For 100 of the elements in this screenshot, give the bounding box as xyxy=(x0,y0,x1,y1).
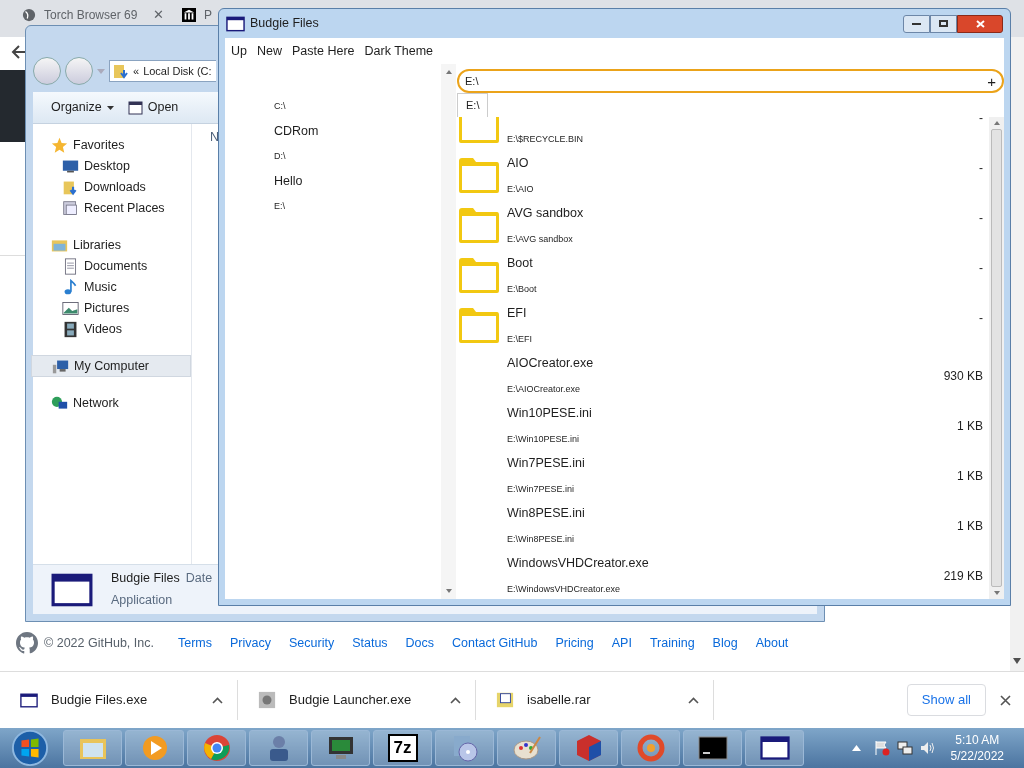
file-row[interactable]: WindowsVHDCreator.exe E:\WindowsVHDCreator.exe 219 KB xyxy=(457,550,989,599)
footer-link[interactable]: About xyxy=(755,633,789,653)
address-bar[interactable]: « Local Disk (C: xyxy=(109,60,216,82)
footer-link[interactable]: Contact GitHub xyxy=(452,633,538,653)
nav-item[interactable]: Network xyxy=(33,392,191,414)
minimize-button[interactable] xyxy=(903,14,930,33)
footer-link[interactable]: Terms xyxy=(177,633,212,653)
file-row[interactable]: E:\$RECYCLE.BIN - xyxy=(457,117,989,150)
footer-link[interactable]: Training xyxy=(649,633,695,653)
nav-item[interactable]: Favorites xyxy=(33,134,191,156)
drive-path[interactable]: C:\ xyxy=(274,94,441,119)
archive-icon xyxy=(496,691,514,709)
star-icon xyxy=(51,136,68,154)
footer-link[interactable]: Pricing xyxy=(555,633,594,653)
path-text: E:\ xyxy=(465,73,480,89)
file-row[interactable]: Win10PESE.ini E:\Win10PESE.ini 1 KB xyxy=(457,400,989,450)
footer-link[interactable]: Security xyxy=(289,633,335,653)
file-row[interactable]: AIOCreator.exe E:\AIOCreator.exe 930 KB xyxy=(457,350,989,400)
file-row[interactable]: AIO E:\AIO - xyxy=(457,150,989,200)
nav-item[interactable]: Libraries xyxy=(33,234,191,256)
nav-item[interactable]: My Computer xyxy=(31,355,191,377)
taskbar-button[interactable]: 7z xyxy=(373,730,432,766)
close-button[interactable] xyxy=(957,14,1003,33)
path-tab[interactable]: E:\ xyxy=(457,93,489,117)
nav-item[interactable]: Recent Places xyxy=(33,198,191,219)
maximize-button[interactable] xyxy=(930,14,957,33)
menu-item[interactable]: New xyxy=(257,41,282,61)
nav-item[interactable]: Music xyxy=(33,277,191,298)
file-name: AIO xyxy=(507,155,530,172)
scroll-down-icon[interactable] xyxy=(1013,658,1021,664)
nav-label: Documents xyxy=(84,258,148,276)
path-field[interactable]: E:\ + xyxy=(457,69,1004,93)
nav-item[interactable]: Desktop xyxy=(33,156,191,177)
organize-button[interactable]: Organize xyxy=(51,98,114,117)
file-row[interactable]: Boot E:\Boot - xyxy=(457,250,989,300)
tray-arrow-icon[interactable] xyxy=(851,745,861,751)
browser-tab[interactable]: P xyxy=(180,6,214,24)
window-title: Budgie Files xyxy=(250,15,319,33)
monitor-icon xyxy=(62,158,79,175)
download-item[interactable]: Budgie Launcher.exe xyxy=(238,680,476,720)
speaker-icon[interactable] xyxy=(919,740,936,756)
menu-item[interactable]: Paste Here xyxy=(292,41,355,61)
drive-path[interactable]: E:\ xyxy=(274,194,441,219)
file-path: E:\EFI xyxy=(507,332,533,346)
taskbar-button[interactable] xyxy=(683,730,742,766)
close-icon xyxy=(975,19,985,28)
terminal-icon xyxy=(697,733,728,763)
footer-link[interactable]: API xyxy=(611,633,632,653)
github-logo-icon[interactable] xyxy=(16,632,38,654)
menu-item[interactable]: Dark Theme xyxy=(364,41,434,61)
nav-label: My Computer xyxy=(74,357,150,375)
nav-item[interactable]: Downloads xyxy=(33,177,191,198)
footer-link[interactable]: Docs xyxy=(405,633,435,653)
drive-path[interactable]: D:\ xyxy=(274,144,441,169)
nav-item[interactable]: Pictures xyxy=(33,298,191,319)
file-size: - xyxy=(979,160,984,177)
column-header: N xyxy=(210,129,220,146)
scroll-up-icon[interactable] xyxy=(993,121,1000,125)
chevron-up-icon[interactable] xyxy=(688,696,699,704)
start-button-icon[interactable] xyxy=(10,729,50,767)
download-name: Budgie Files.exe xyxy=(51,691,149,710)
show-all-button[interactable]: Show all xyxy=(906,684,986,716)
scroll-down-icon[interactable] xyxy=(993,591,1000,595)
footer-link[interactable]: Status xyxy=(352,633,388,653)
scroll-thumb[interactable] xyxy=(991,129,1002,587)
window-icon xyxy=(226,15,245,32)
drive-label[interactable]: CDRom xyxy=(274,119,441,144)
close-icon[interactable] xyxy=(1000,694,1011,706)
flag-icon[interactable] xyxy=(873,740,890,756)
open-button[interactable]: Open xyxy=(127,98,179,117)
folder-icon xyxy=(457,255,501,295)
add-tab-button[interactable]: + xyxy=(987,73,996,89)
menu-item[interactable]: Up xyxy=(231,41,247,61)
download-item[interactable]: Budgie Files.exe xyxy=(0,680,238,720)
file-row[interactable]: EFI E:\EFI - xyxy=(457,300,989,350)
chevron-up-icon[interactable] xyxy=(450,696,461,704)
footer-link[interactable]: Blog xyxy=(712,633,738,653)
drive-label[interactable]: Hello xyxy=(274,169,441,194)
close-icon[interactable]: ✕ xyxy=(153,5,164,25)
chevron-up-icon[interactable] xyxy=(212,696,223,704)
download-name: isabelle.rar xyxy=(527,691,592,710)
nav-item[interactable]: Videos xyxy=(33,319,191,340)
breadcrumb-chevron: « xyxy=(133,63,140,79)
browser-tab[interactable]: Torch Browser 69 ✕ xyxy=(12,6,174,24)
nav-label: Favorites xyxy=(73,136,125,154)
network-icon[interactable] xyxy=(896,740,913,756)
file-name: AVG sandbox xyxy=(507,205,585,222)
taskbar-button[interactable] xyxy=(745,730,804,766)
file-name: Win7PESE.ini xyxy=(507,455,586,472)
nav-item[interactable]: Documents xyxy=(33,256,191,277)
file-row[interactable]: AVG sandbox E:\AVG sandbox - xyxy=(457,200,989,250)
file-row[interactable]: Win7PESE.ini E:\Win7PESE.ini 1 KB xyxy=(457,450,989,500)
footer-link[interactable]: Privacy xyxy=(230,633,271,653)
back-arrow-icon[interactable] xyxy=(11,44,27,60)
nav-label: Network xyxy=(73,394,119,412)
scroll-up-icon[interactable] xyxy=(445,70,452,74)
scroll-down-icon[interactable] xyxy=(445,589,452,593)
taskbar-button[interactable] xyxy=(311,730,370,766)
file-row[interactable]: Win8PESE.ini E:\Win8PESE.ini 1 KB xyxy=(457,500,989,550)
download-item[interactable]: isabelle.rar xyxy=(476,680,714,720)
